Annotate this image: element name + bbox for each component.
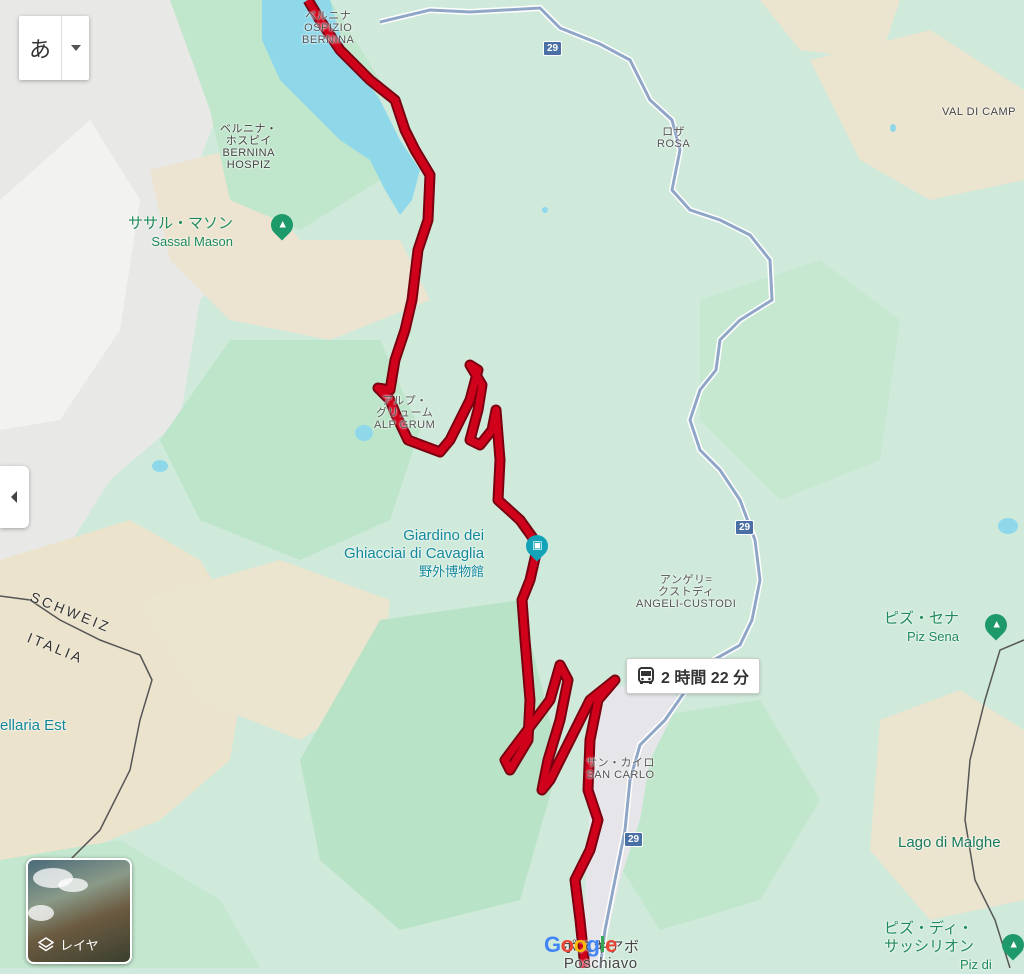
place-label-alp-grum[interactable]: アルプ・ グリューム ALP GRUM (374, 395, 435, 431)
input-method-char[interactable]: あ (19, 16, 61, 80)
peak-label-sassal-mason[interactable]: ササル・マソン Sassal Mason (128, 215, 233, 251)
pond (355, 425, 373, 441)
poi-label-giardino[interactable]: Giardino dei Ghiacciai di Cavaglia 野外博物館 (344, 527, 484, 581)
place-label-ospizio[interactable]: ベルニナ OSPIZIO BERNINA (302, 10, 354, 46)
dropdown-arrow-icon[interactable] (62, 16, 89, 80)
satellite-preview (28, 905, 54, 921)
route-duration-text: 2 時間 22 分 (661, 670, 750, 687)
peak-label-piz-sassiglion[interactable]: ピズ・ディ・ サッシリオン Piz di (884, 920, 992, 974)
satellite-preview (58, 878, 88, 892)
road-shield: 29 (624, 832, 644, 847)
pond (152, 460, 168, 472)
place-label-bernina-hospiz[interactable]: ベルニナ・ ホスピイ BERNINA HOSPIZ (220, 123, 278, 171)
place-label-val-di-campo[interactable]: VAL DI CAMP (942, 106, 1016, 118)
google-logo: Google (544, 932, 617, 957)
peak-label-piz-sena[interactable]: ピズ・セナ Piz Sena (884, 610, 959, 646)
chevron-left-icon (10, 491, 17, 503)
poi-label-lago-malghera[interactable]: Lago di Malghe (898, 834, 1001, 852)
road-shield: 29 (735, 520, 755, 535)
map-canvas[interactable] (0, 0, 1024, 968)
layers-icon (38, 936, 54, 951)
pond (998, 518, 1018, 534)
layers-button[interactable]: レイヤ (26, 858, 132, 964)
pond (890, 124, 896, 132)
input-method-toggle[interactable]: あ (19, 16, 89, 80)
place-label-san-carlo[interactable]: サン・カイロ SAN CARLO (586, 757, 655, 781)
route-duration-badge[interactable]: 2 時間 22 分 (626, 658, 761, 694)
layers-label: レイヤ (38, 935, 99, 954)
pond (542, 207, 548, 213)
collapse-panel-button[interactable] (0, 466, 29, 528)
place-label-angeli-custodi[interactable]: アンゲリ= クストディ ANGELI-CUSTODI (636, 574, 736, 610)
road-shield: 29 (543, 41, 563, 56)
bus-icon (638, 667, 654, 684)
poi-label-bellaria[interactable]: ellaria Est (0, 717, 66, 735)
place-label-rosa[interactable]: ロザ ROSA (657, 126, 690, 150)
